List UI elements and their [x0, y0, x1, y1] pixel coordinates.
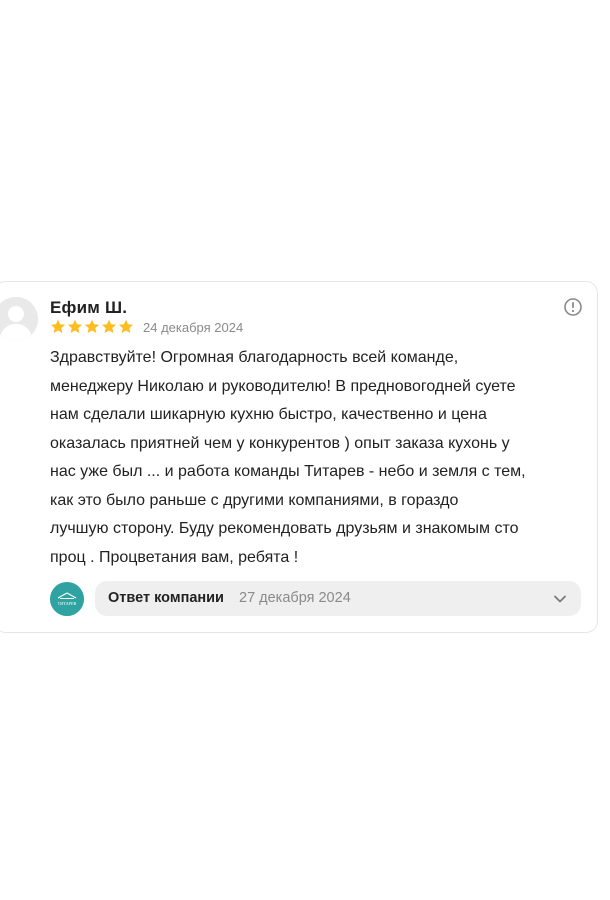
star-icon [68, 319, 82, 333]
rating-stars [50, 319, 134, 337]
star-icon [119, 319, 133, 333]
author-name[interactable]: Ефим Ш. [50, 298, 127, 318]
review-text-line: нам сделали шикарную кухню быстро, качес… [50, 406, 487, 423]
review-text: Здравствуйте! Огромная благодарность все… [50, 344, 590, 572]
star-icon [85, 319, 99, 333]
review-date: 24 декабря 2024 [143, 320, 244, 335]
review-text-line: лучшую сторону. Буду рекомендовать друзь… [50, 520, 519, 537]
review-text-line: Здравствуйте! Огромная благодарность все… [50, 349, 459, 366]
review-text-line: менеджеру Николаю и руководителю! В пред… [50, 377, 516, 395]
company-logo-icon: ТИТАРЕВ [50, 582, 84, 616]
review-text-line: проц . Процветания вам, ребята ! [50, 548, 299, 566]
star-icon [51, 319, 65, 333]
review-text-line: нас уже был ... и работа команды Титарев… [50, 463, 526, 480]
logo-text: ТИТАРЕВ [58, 601, 77, 606]
company-logo: ТИТАРЕВ [50, 582, 84, 616]
info-circle-icon[interactable] [563, 297, 583, 317]
star-icon [102, 319, 116, 333]
review-text-line: как это было раньше с другими компаниями… [50, 491, 459, 509]
reply-label: Ответ компании [108, 590, 224, 606]
reply-date: 27 декабря 2024 [239, 590, 351, 606]
review-text-line: оказалась приятней чем у конкурентов ) о… [50, 434, 510, 452]
chevron-down-icon [554, 595, 566, 603]
company-reply-toggle[interactable]: Ответ компании 27 декабря 2024 [95, 581, 581, 616]
